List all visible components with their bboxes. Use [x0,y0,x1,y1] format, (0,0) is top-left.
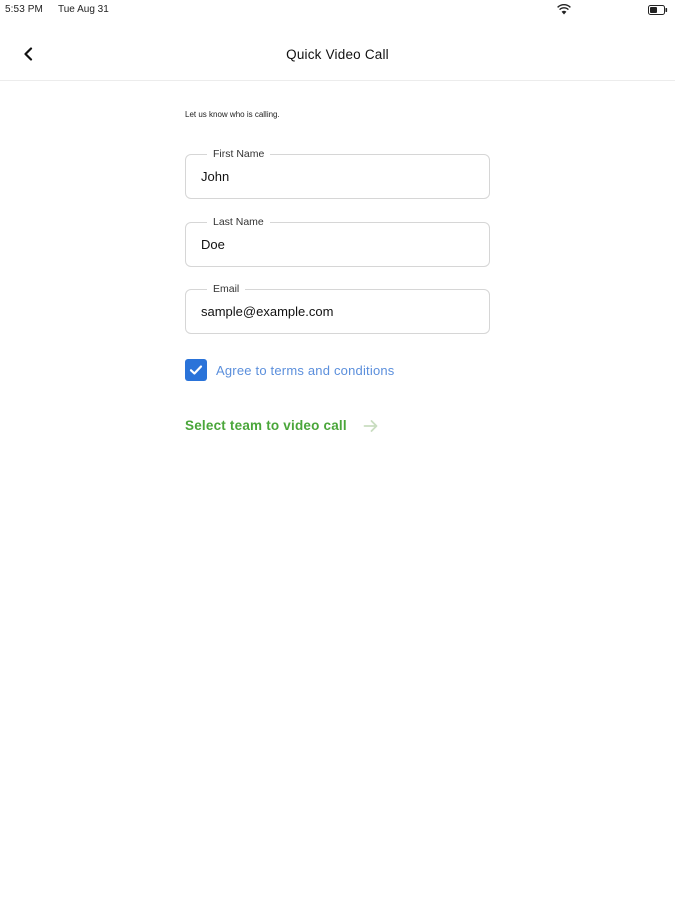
checkmark-icon [189,365,203,375]
last-name-field: Last Name [185,215,490,267]
terms-checkbox[interactable] [185,359,207,381]
terms-link[interactable]: Agree to terms and conditions [216,363,395,378]
select-team-label: Select team to video call [185,418,347,433]
nav-bar: Quick Video Call [0,20,675,81]
wifi-icon [557,4,571,15]
intro-text: Let us know who is calling. [185,110,280,119]
status-bar: 5:53 PM Tue Aug 31 [0,0,675,20]
email-field: Email [185,282,490,334]
status-time: 5:53 PM [5,4,43,15]
status-date: Tue Aug 31 [58,4,109,15]
email-input[interactable] [201,290,471,333]
page-title: Quick Video Call [286,47,389,62]
terms-row: Agree to terms and conditions [185,358,395,382]
first-name-field: First Name [185,147,490,199]
battery-icon [648,5,668,15]
first-name-input[interactable] [201,155,471,198]
arrow-right-icon [363,419,378,432]
last-name-input[interactable] [201,223,471,266]
caller-form: Let us know who is calling. First Name L… [185,110,490,433]
select-team-button[interactable]: Select team to video call [185,418,379,433]
screen: 5:53 PM Tue Aug 31 Quick Video Call Let … [0,0,675,900]
